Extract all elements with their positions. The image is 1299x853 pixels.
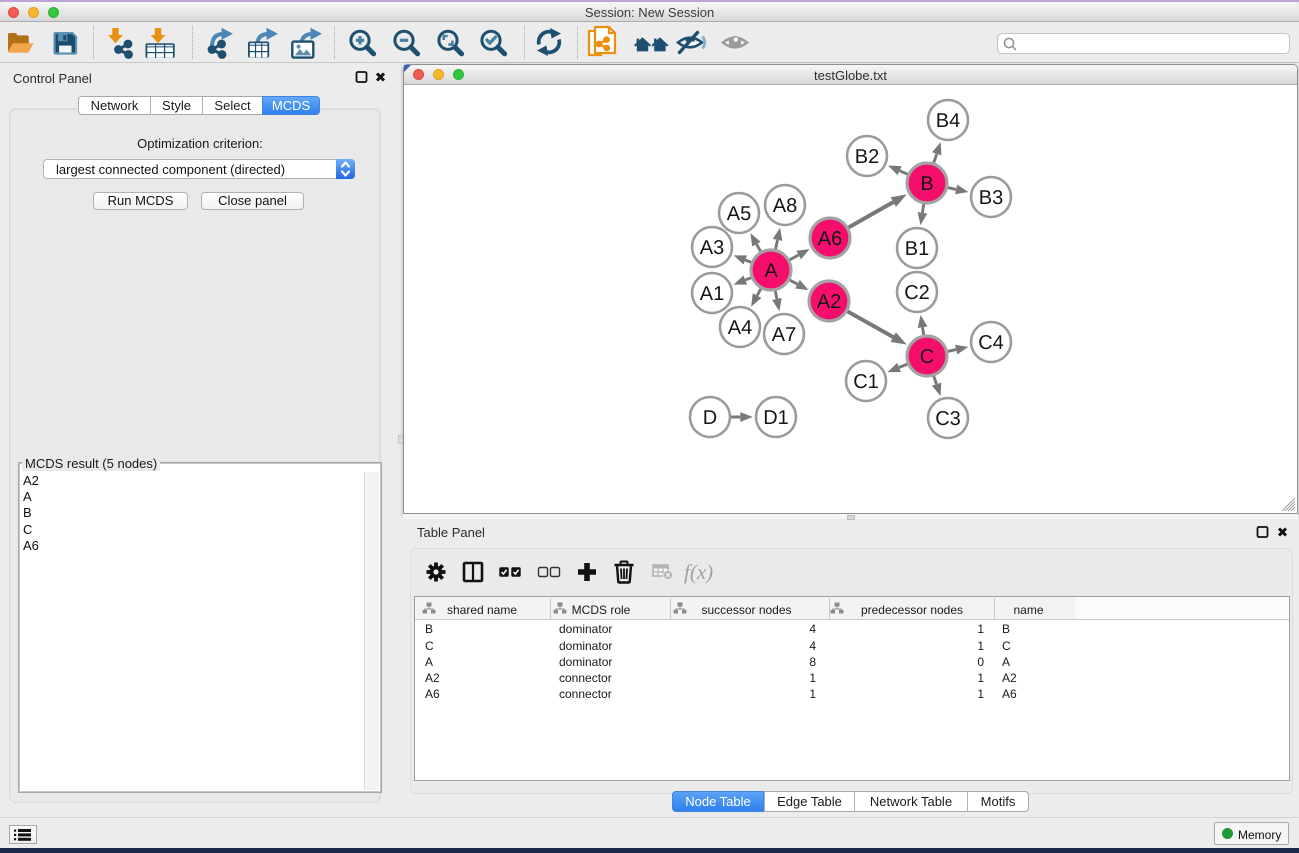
svg-text:f(x): f(x) — [684, 560, 713, 584]
svg-text:B: B — [920, 173, 933, 195]
svg-text:C3: C3 — [935, 408, 961, 430]
svg-text:A8: A8 — [773, 195, 797, 217]
svg-text:A6: A6 — [818, 228, 842, 250]
svg-text:B2: B2 — [855, 146, 879, 168]
svg-text:B4: B4 — [936, 110, 960, 132]
svg-text:A2: A2 — [817, 291, 841, 313]
svg-text:B1: B1 — [905, 238, 929, 260]
svg-text:A3: A3 — [700, 237, 724, 259]
svg-text:A7: A7 — [772, 324, 796, 346]
svg-text:C1: C1 — [853, 371, 879, 393]
svg-text:A: A — [764, 260, 778, 282]
svg-text:D: D — [703, 407, 717, 429]
svg-text:B3: B3 — [979, 187, 1003, 209]
svg-text:A5: A5 — [727, 203, 751, 225]
svg-text:C2: C2 — [904, 282, 930, 304]
svg-text:A1: A1 — [700, 283, 724, 305]
svg-text:C: C — [920, 346, 934, 368]
svg-text:C4: C4 — [978, 332, 1004, 354]
svg-text:A4: A4 — [728, 317, 752, 339]
svg-text:D1: D1 — [763, 407, 789, 429]
